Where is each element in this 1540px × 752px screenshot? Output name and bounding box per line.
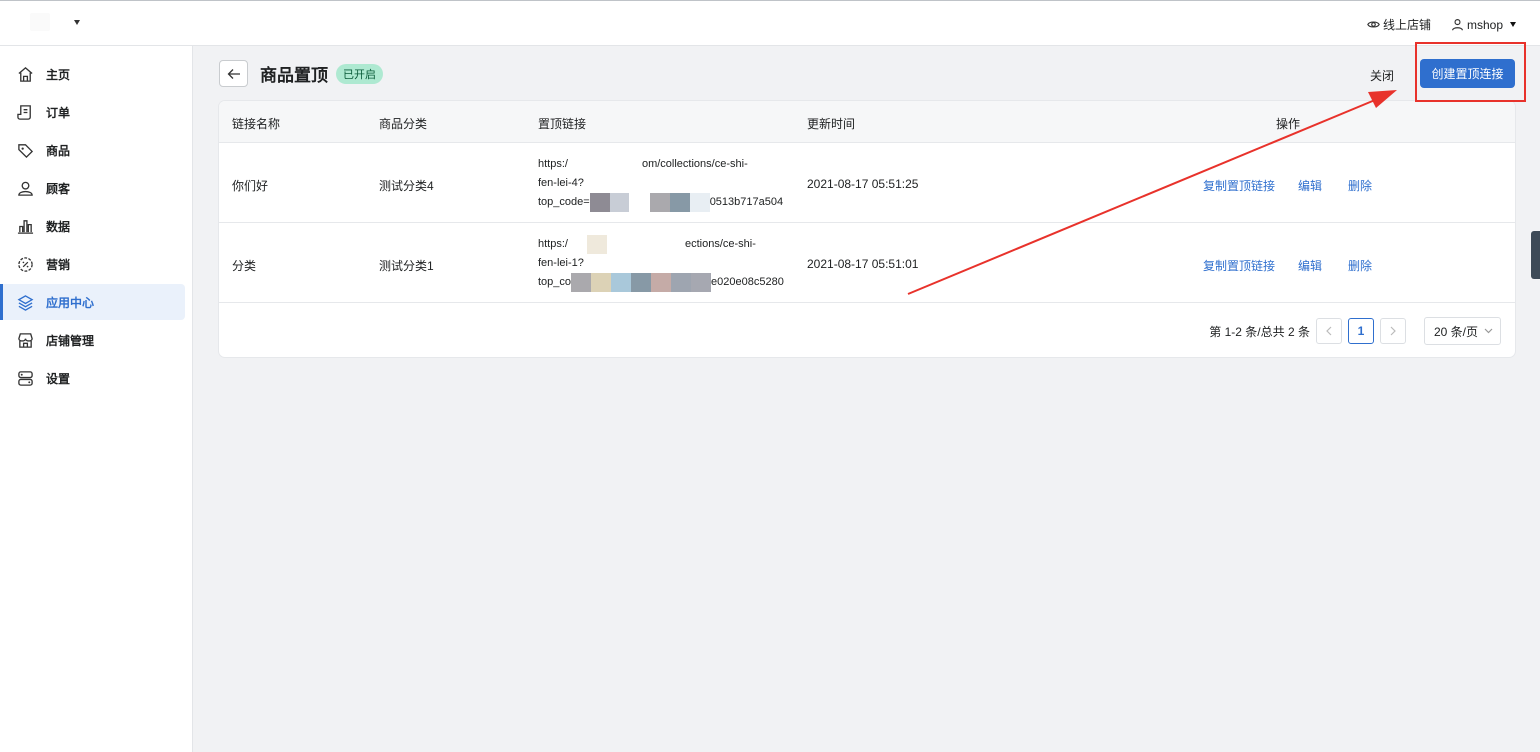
row-updated: 2021-08-17 05:51:25	[807, 177, 919, 191]
sidebar-item-label: 应用中心	[46, 295, 95, 310]
sidebar-item-analytics[interactable]: 数据	[0, 208, 185, 244]
row-category: 测试分类1	[379, 259, 434, 273]
link-line1-head: https:/	[538, 238, 568, 250]
user-menu[interactable]: mshop	[1451, 18, 1516, 32]
link-line1-tail: ections/ce-shi-	[684, 238, 756, 250]
close-button[interactable]: 关闭	[1370, 67, 1394, 84]
link-line1-head: https:/	[538, 158, 568, 170]
next-page-button[interactable]	[1380, 318, 1406, 344]
delete-action[interactable]: 删除	[1348, 257, 1372, 274]
user-icon	[1452, 19, 1463, 31]
chevron-down-icon	[1484, 328, 1493, 334]
row-category: 测试分类4	[379, 179, 434, 193]
column-header-updated: 更新时间	[807, 117, 856, 131]
sidebar-item-label: 订单	[46, 105, 71, 120]
arrow-left-icon	[227, 68, 240, 79]
back-button[interactable]	[219, 60, 248, 87]
prev-page-button[interactable]	[1316, 318, 1342, 344]
sidebar-item-settings[interactable]: 设置	[0, 360, 185, 396]
link-line3-tail: e020e08c5280	[711, 276, 784, 288]
page-size-select[interactable]: 20 条/页	[1424, 317, 1501, 345]
link-line2: fen-lei-4?	[538, 177, 584, 189]
redacted-mosaic	[589, 193, 710, 212]
sidebar-item-store-management[interactable]: 店铺管理	[0, 322, 185, 358]
chevron-down-icon	[74, 19, 80, 25]
main-content: 商品置顶 已开启 关闭 创建置顶连接 链接名称 商品分类 置顶链接 更新时间 操…	[193, 46, 1540, 752]
link-line3-head: top_code=	[538, 196, 590, 208]
sidebar-item-products[interactable]: 商品	[0, 132, 185, 168]
delete-action[interactable]: 删除	[1348, 177, 1372, 194]
sidebar-item-customers[interactable]: 顾客	[0, 170, 185, 206]
sidebar-item-label: 主页	[46, 67, 71, 82]
copy-link-action[interactable]: 复制置顶链接	[1203, 177, 1275, 194]
store-icon	[16, 331, 34, 349]
chart-icon	[16, 217, 34, 235]
redacted-mosaic	[571, 273, 712, 292]
pin-links-table: 链接名称 商品分类 置顶链接 更新时间 操作 你们好 测试分类4 https:/…	[219, 101, 1515, 357]
page-size-value: 20 条/页	[1434, 324, 1479, 339]
sidebar-item-label: 营销	[46, 257, 71, 272]
eye-icon	[1367, 21, 1380, 28]
top-bar: 线上店铺 mshop	[0, 0, 1540, 46]
home-icon	[16, 65, 34, 83]
user-name: mshop	[1466, 17, 1503, 32]
sidebar: 主页 订单 商品 顾客 数据 营销 应用中心 店铺管理 设置	[0, 46, 193, 752]
edit-action[interactable]: 编辑	[1298, 177, 1322, 194]
row-link: https:/ om/collections/ce-shi- fen-lei-4?…	[538, 155, 783, 212]
create-pin-link-button[interactable]: 创建置顶连接	[1420, 59, 1515, 88]
row-link: https:/ ections/ce-shi- fen-lei-1? top_co…	[538, 235, 784, 292]
chevron-right-icon	[1390, 326, 1396, 336]
page-number-button[interactable]: 1	[1348, 318, 1374, 344]
link-line2: fen-lei-1?	[538, 257, 584, 269]
copy-link-action[interactable]: 复制置顶链接	[1203, 257, 1275, 274]
table-row: 分类 测试分类1 https:/ ections/ce-shi- fen-lei-…	[219, 224, 1515, 303]
column-header-link: 置顶链接	[538, 117, 587, 131]
order-icon	[16, 103, 34, 121]
page-title: 商品置顶	[260, 66, 328, 85]
column-header-category: 商品分类	[379, 117, 428, 131]
column-header-name: 链接名称	[232, 117, 281, 131]
sidebar-item-label: 商品	[46, 143, 71, 158]
row-name: 分类	[232, 259, 257, 273]
edit-action[interactable]: 编辑	[1298, 257, 1322, 274]
settings-icon	[16, 369, 34, 387]
link-line3-tail: 0513b717a504	[709, 196, 784, 208]
column-header-actions: 操作	[1276, 117, 1301, 131]
sidebar-item-label: 数据	[46, 219, 71, 234]
online-store-link[interactable]: 线上店铺	[1367, 16, 1431, 33]
customer-icon	[16, 179, 34, 197]
online-store-label: 线上店铺	[1382, 18, 1431, 32]
side-drawer-handle[interactable]	[1531, 231, 1540, 279]
link-line1-tail: om/collections/ce-shi-	[641, 158, 748, 170]
marketing-icon	[16, 255, 34, 273]
sidebar-item-label: 店铺管理	[46, 333, 95, 348]
table-header: 链接名称 商品分类 置顶链接 更新时间 操作	[219, 101, 1515, 143]
redacted-mosaic	[586, 235, 607, 254]
store-logo	[30, 13, 50, 31]
chevron-left-icon	[1326, 326, 1332, 336]
link-line3-head: top_co	[538, 276, 572, 288]
sidebar-item-marketing[interactable]: 营销	[0, 246, 185, 282]
pagination-summary: 第 1-2 条/总共 2 条	[1209, 324, 1310, 339]
sidebar-item-label: 设置	[46, 371, 71, 386]
chevron-down-icon	[1510, 22, 1516, 27]
pagination: 第 1-2 条/总共 2 条 1 20 条/页	[1209, 317, 1501, 345]
status-badge: 已开启	[336, 63, 383, 84]
sidebar-item-label: 顾客	[46, 181, 71, 196]
row-updated: 2021-08-17 05:51:01	[807, 257, 919, 271]
tag-icon	[16, 141, 34, 159]
sidebar-item-app-center[interactable]: 应用中心	[0, 284, 185, 320]
apps-icon	[16, 293, 34, 311]
store-switcher[interactable]	[30, 13, 80, 31]
row-name: 你们好	[232, 179, 269, 193]
sidebar-item-orders[interactable]: 订单	[0, 94, 185, 130]
table-row: 你们好 测试分类4 https:/ om/collections/ce-shi- …	[219, 144, 1515, 223]
sidebar-item-home[interactable]: 主页	[0, 56, 185, 92]
